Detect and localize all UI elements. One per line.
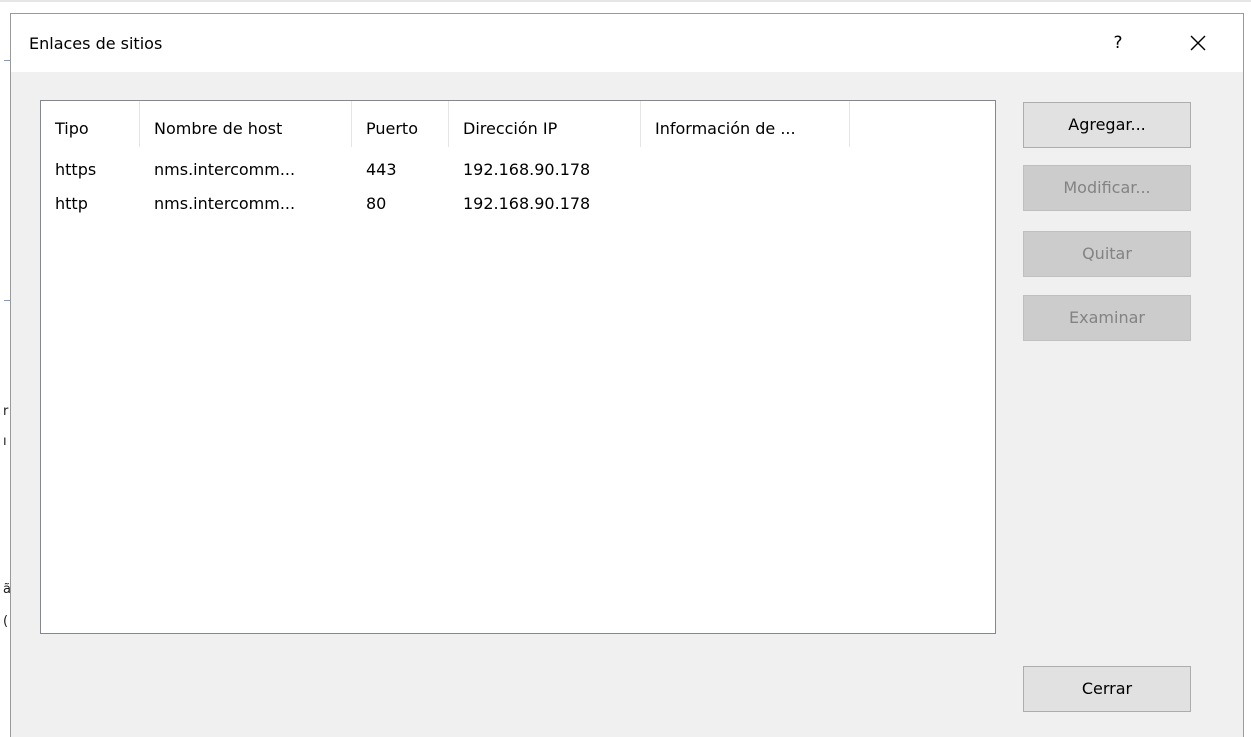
cell-type: http — [55, 194, 88, 213]
cell-hostname: nms.intercomm... — [154, 194, 296, 213]
site-bindings-dialog: Enlaces de sitios ? Tipo Nombre de host … — [10, 13, 1244, 737]
close-window-button[interactable] — [1181, 28, 1215, 58]
close-icon — [1190, 35, 1206, 51]
column-header-info[interactable]: Información de ... — [641, 101, 850, 147]
help-icon: ? — [1113, 33, 1123, 53]
remove-button[interactable]: Quitar — [1023, 231, 1191, 277]
background-border-line — [0, 0, 1251, 2]
background-text-fragment: ( — [3, 614, 9, 629]
cell-info — [641, 153, 655, 187]
column-header-hostname[interactable]: Nombre de host — [140, 101, 352, 147]
cell-hostname: nms.intercomm... — [154, 160, 296, 179]
cell-info — [641, 187, 655, 221]
background-text-fragment: r — [3, 404, 9, 419]
edit-button[interactable]: Modificar... — [1023, 165, 1191, 211]
column-header-ip-address[interactable]: Dirección IP — [449, 101, 641, 147]
column-header-port[interactable]: Puerto — [352, 101, 449, 147]
cell-port: 80 — [366, 194, 387, 213]
table-row[interactable]: https nms.intercomm... 443 192.168.90.17… — [41, 153, 995, 187]
bindings-list[interactable]: Tipo Nombre de host Puerto Dirección IP … — [40, 100, 996, 634]
cell-ip-address: 192.168.90.178 — [463, 194, 591, 213]
help-button[interactable]: ? — [1103, 28, 1133, 58]
background-text-fragment: ı — [3, 434, 7, 449]
cell-port: 443 — [366, 160, 397, 179]
table-row[interactable]: http nms.intercomm... 80 192.168.90.178 — [41, 187, 995, 221]
list-header: Tipo Nombre de host Puerto Dirección IP … — [41, 101, 995, 147]
title-bar: Enlaces de sitios ? — [11, 14, 1243, 72]
column-header-type[interactable]: Tipo — [41, 101, 140, 147]
cell-type: https — [55, 160, 97, 179]
dialog-title: Enlaces de sitios — [29, 34, 163, 53]
cell-ip-address: 192.168.90.178 — [463, 160, 591, 179]
close-button[interactable]: Cerrar — [1023, 666, 1191, 712]
add-button[interactable]: Agregar... — [1023, 102, 1191, 148]
browse-button[interactable]: Examinar — [1023, 295, 1191, 341]
